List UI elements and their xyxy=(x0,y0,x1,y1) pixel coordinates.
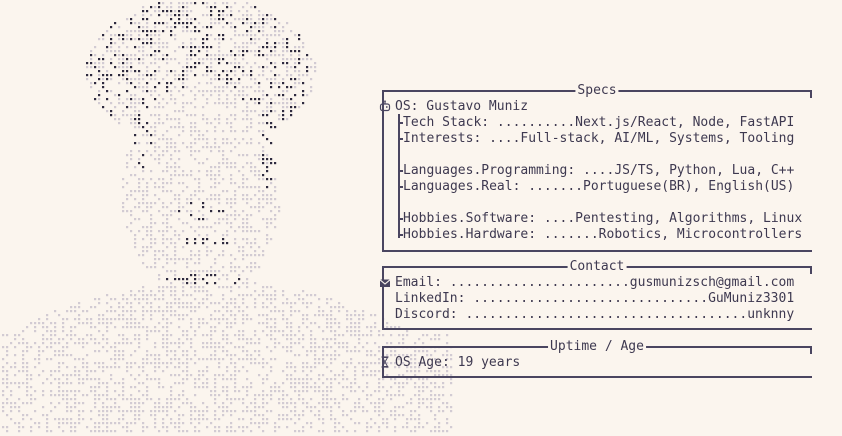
linkedin-link[interactable]: LinkedIn: ..............................… xyxy=(395,291,794,307)
uptime-title: Uptime / Age xyxy=(548,339,646,355)
os-name: OS: Gustavo Muniz xyxy=(395,99,529,114)
os-age: OS Age: 19 years xyxy=(395,355,521,370)
specs-panel: Specs OS: Gustavo Muniz Tech Stack: ....… xyxy=(379,83,812,252)
tech-stack: Tech Stack: ..........Next.js/React, Nod… xyxy=(403,115,795,130)
hourglass-icon xyxy=(381,356,389,368)
email-link[interactable]: Email: .......................gusmunizsc… xyxy=(395,275,794,291)
hobbies-hardware: Hobbies.Hardware: .......Robotics, Micro… xyxy=(403,227,803,242)
contact-title: Contact xyxy=(567,259,627,275)
envelope-icon xyxy=(379,279,391,287)
contact-panel: Contact Email: .......................gu… xyxy=(379,259,812,330)
languages-real: Languages.Real: .......Portuguese(BR), E… xyxy=(403,179,795,194)
interests: Interests: ....Full-stack, AI/ML, System… xyxy=(403,131,795,146)
discord-handle: Discord: ...............................… xyxy=(395,307,795,322)
uptime-panel: Uptime / Age OS Age: 19 years xyxy=(381,339,812,378)
specs-title: Specs xyxy=(575,83,619,99)
languages-programming: Languages.Programming: ....JS/TS, Python… xyxy=(403,163,795,178)
hobbies-software: Hobbies.Software: ....Pentesting, Algori… xyxy=(403,211,803,226)
robot-icon xyxy=(379,100,391,112)
